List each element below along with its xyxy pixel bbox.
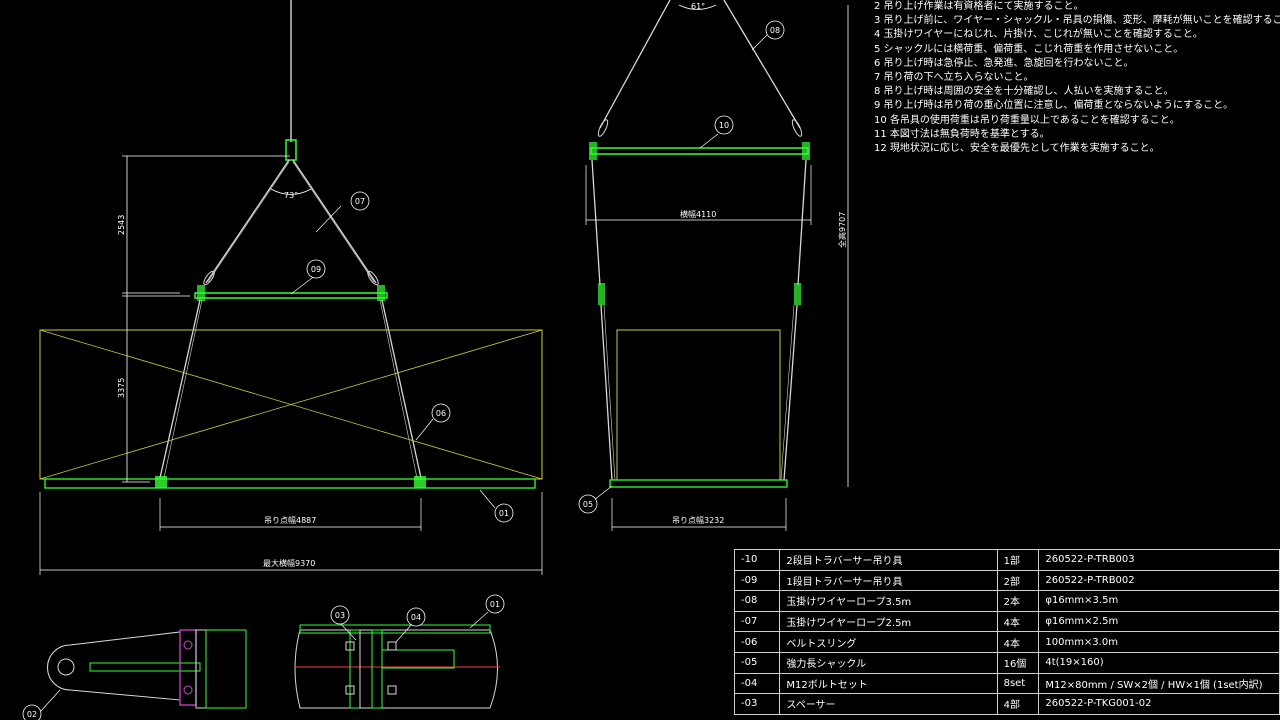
note-line: 6 吊り上げ時は急停止、急発進、急旋回を行わないこと。 — [874, 57, 1134, 69]
svg-text:05: 05 — [583, 500, 593, 509]
end-width-label: 横幅4110 — [680, 209, 716, 219]
load-outline-end — [616, 329, 781, 481]
part-spec: φ16mm×3.5m — [1038, 590, 1280, 612]
part-no: -06 — [733, 631, 781, 653]
part-spec: 4t(19×160) — [1038, 651, 1280, 674]
part-no: -08 — [733, 590, 781, 612]
table-row: -07 玉掛けワイヤーロープ2.5m 4本 φ16mm×2.5m — [733, 610, 1280, 633]
wire-07-right — [292, 159, 377, 284]
svg-text:01: 01 — [499, 509, 509, 518]
total-height-label: 全高9707 — [837, 212, 847, 248]
part-name: スペーサー — [779, 693, 998, 715]
part-no: -04 — [733, 672, 781, 695]
part-qty: 2部 — [996, 569, 1040, 592]
svg-text:08: 08 — [770, 26, 780, 35]
svg-text:07: 07 — [355, 197, 365, 206]
lift-point-width-end-label: 吊り点幅3232 — [672, 515, 724, 525]
parts-list-table: -10 2段目トラバーサー吊り具 1部 260522-P-TRB003 -09 … — [733, 549, 1280, 715]
note-line: 12 現地状況に応じ、安全を最優先として作業を実施すること。 — [874, 143, 1160, 155]
svg-text:10: 10 — [719, 121, 729, 130]
note-line: 2 吊り上げ作業は有資格者にて実施すること。 — [874, 1, 1084, 12]
note-line: 7 吊り荷の下へ立ち入らないこと。 — [874, 72, 1034, 84]
note-line: 3 吊り上げ前に、ワイヤー・シャックル・吊具の損傷、変形、摩耗が無いことを確認す… — [874, 15, 1280, 27]
part-no: -09 — [733, 569, 781, 592]
note-line: 9 吊り上げ時は吊り荷の重心位置に注意し、偏荷重とならないようにすること。 — [874, 100, 1234, 112]
part-no: -03 — [733, 693, 781, 715]
part-no: -10 — [733, 549, 781, 571]
part-name: 1段目トラバーサー吊り具 — [779, 569, 998, 592]
part-name: 強力長シャックル — [779, 651, 998, 674]
part-qty: 2本 — [996, 590, 1040, 612]
table-row: -04 M12ボルトセット 8set M12×80mm / SW×2個 / HW… — [733, 672, 1280, 695]
table-row: -06 ベルトスリング 4本 100mm×3.0m — [733, 631, 1280, 653]
part-spec: 260522-P-TKG001-02 — [1038, 693, 1280, 715]
svg-text:06: 06 — [436, 409, 446, 418]
belt-sling-right — [381, 299, 422, 479]
note-line: 5 シャックルには横荷重、偏荷重、こじれ荷重を作用させないこと。 — [874, 43, 1184, 55]
svg-text:01: 01 — [490, 600, 500, 609]
part-name: 玉掛けワイヤーロープ3.5m — [779, 590, 998, 612]
belt-sling-left — [159, 299, 201, 479]
wire-07-left — [205, 159, 290, 284]
notes-list: 2 吊り上げ作業は有資格者にて実施すること。 3 吊り上げ前に、ワイヤー・シャッ… — [874, 0, 1280, 156]
table-row: -08 玉掛けワイヤーロープ3.5m 2本 φ16mm×3.5m — [733, 590, 1280, 612]
end-view: 61° 横幅4110 全高9707 吊り点幅3232 08 10 05 — [578, 0, 849, 531]
base-beam-01 — [44, 478, 536, 489]
top-shackle — [285, 139, 297, 161]
angle-end-label: 61° — [691, 2, 705, 11]
wire-08-right — [723, 0, 801, 129]
table-row: -10 2段目トラバーサー吊り具 1部 260522-P-TRB003 — [733, 549, 1280, 571]
part-no: -07 — [733, 610, 781, 633]
wire-08-left — [599, 0, 671, 129]
note-line: 4 玉掛けワイヤーにねじれ、片掛け、こじれが無いことを確認すること。 — [874, 29, 1203, 41]
part-name: ベルトスリング — [779, 631, 998, 653]
part-spec: 100mm×3.0m — [1038, 631, 1280, 653]
note-line: 10 各吊具の使用荷重は吊り荷重量以上であることを確認すること。 — [874, 114, 1180, 126]
angle-side-label: 73° — [284, 191, 298, 200]
side-view: 73° 2543 3375 吊り点幅4887 最大横幅9370 07 09 06… — [39, 0, 543, 575]
svg-text:09: 09 — [311, 265, 321, 274]
table-row: -05 強力長シャックル 16個 4t(19×160) — [733, 651, 1280, 674]
note-line: 8 吊り上げ時は周囲の安全を十分確認し、人払いを実施すること。 — [874, 86, 1174, 98]
part-qty: 16個 — [996, 651, 1040, 674]
svg-text:02: 02 — [27, 710, 37, 719]
part-name: 2段目トラバーサー吊り具 — [779, 549, 998, 571]
detail-view-right: 03 04 01 — [294, 594, 505, 709]
part-name: M12ボルトセット — [779, 672, 998, 695]
max-width-label: 最大横幅9370 — [263, 558, 315, 568]
part-qty: 1部 — [996, 549, 1040, 571]
part-qty: 8set — [996, 672, 1040, 695]
part-no: -05 — [733, 651, 781, 674]
detail-view-left: 02 — [22, 629, 247, 720]
lift-point-width-side-label: 吊り点幅4887 — [264, 515, 316, 525]
note-line: 11 本図寸法は無負荷時を基準とする。 — [874, 128, 1050, 140]
part-spec: φ16mm×2.5m — [1038, 610, 1280, 633]
part-qty: 4本 — [996, 631, 1040, 653]
part-qty: 4部 — [996, 693, 1040, 715]
table-row: -09 1段目トラバーサー吊り具 2部 260522-P-TRB002 — [733, 569, 1280, 592]
part-name: 玉掛けワイヤーロープ2.5m — [779, 610, 998, 633]
part-spec: 260522-P-TRB003 — [1038, 549, 1280, 571]
table-row: -03 スペーサー 4部 260522-P-TKG001-02 — [733, 693, 1280, 715]
part-qty: 4本 — [996, 610, 1040, 633]
svg-text:04: 04 — [411, 613, 421, 622]
svg-text:03: 03 — [335, 611, 345, 620]
height-lower-label: 3375 — [117, 378, 126, 398]
part-spec: 260522-P-TRB002 — [1038, 569, 1280, 592]
traverser-beam-10 — [590, 147, 809, 155]
part-spec: M12×80mm / SW×2個 / HW×1個 (1set内訳) — [1038, 672, 1280, 695]
height-upper-label: 2543 — [117, 215, 126, 235]
